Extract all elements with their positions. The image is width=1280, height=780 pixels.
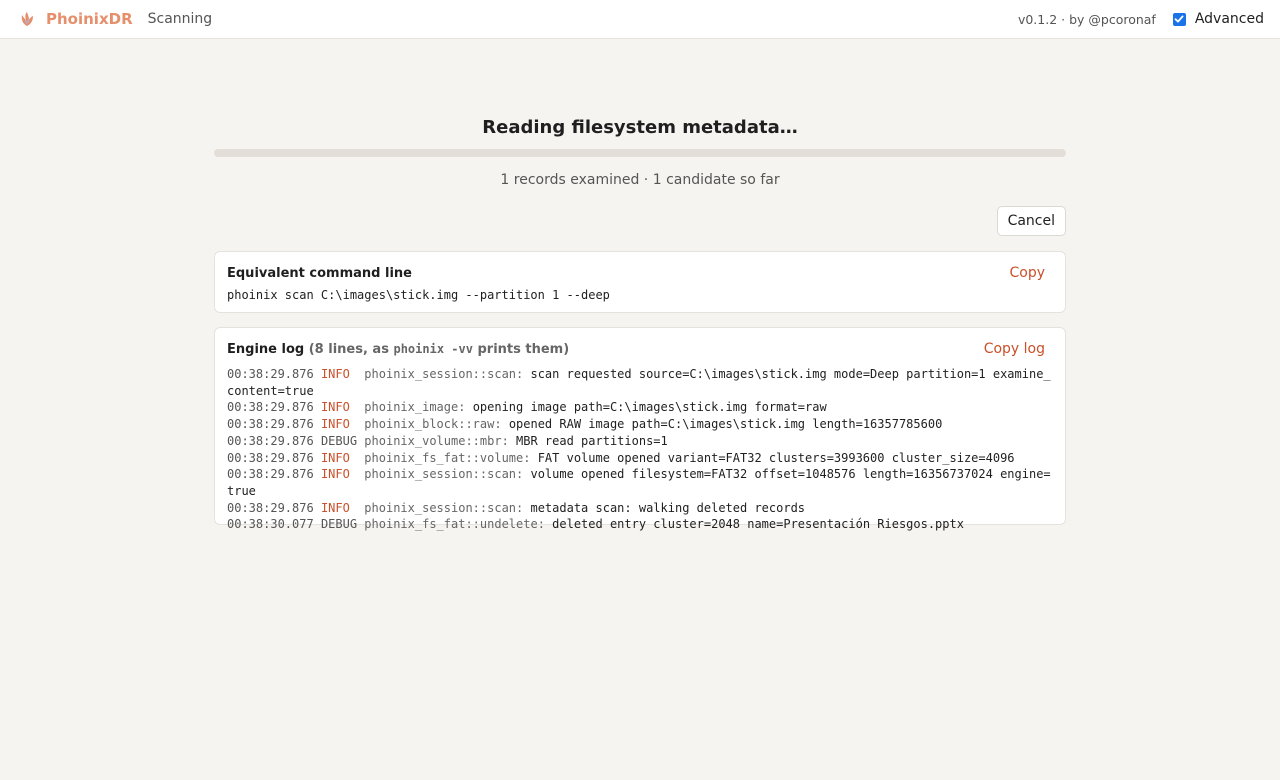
scan-progress-bar [214,149,1066,157]
log-target: phoinix_fs_fat::undelete: [364,517,545,532]
log-target: phoinix_session::scan: [364,500,524,515]
log-target: phoinix_session::scan: [364,467,524,482]
advanced-checkbox[interactable] [1172,12,1186,26]
log-message: MBR read partitions=1 [516,433,668,448]
engine-log-panel: Engine log (8 lines, as phoinix -vv prin… [214,327,1066,531]
log-line: 00:38:30.077 DEBUG phoinix_fs_fat::undel… [227,516,1053,533]
top-bar: PhoinixDR Scanning v0.1.2 · by @pcoronaf… [0,0,1280,39]
log-line: 00:38:29.876 INFO phoinix_session::scan:… [227,466,1053,499]
log-message: deleted entry cluster=2048 name=Presenta… [552,517,964,532]
log-target: phoinix_image: [364,400,466,415]
log-timestamp: 00:38:29.876 [227,450,314,465]
scan-heading: Reading filesystem metadata… [482,117,798,138]
log-line: 00:38:29.876 DEBUG phoinix_volume::mbr: … [227,433,1053,450]
log-message: metadata scan: walking deleted records [530,500,806,515]
engine-log-header: Engine log (8 lines, as phoinix -vv prin… [227,340,1053,358]
command-line-panel: Equivalent command line Copy phoinix sca… [214,251,1066,313]
log-level: DEBUG [320,517,358,532]
log-level: INFO [320,450,350,465]
log-timestamp: 00:38:29.876 [227,500,314,515]
log-message: opening image path=C:\images\stick.img f… [472,400,827,415]
log-level: INFO [320,417,350,432]
checkmark-icon [1174,15,1184,23]
log-level: INFO [320,400,350,415]
advanced-label: Advanced [1194,11,1264,27]
brand-name: PhoinixDR [46,10,133,28]
engine-log-title: Engine log [227,341,305,357]
log-level: INFO [320,467,350,482]
log-target: phoinix_block::raw: [364,417,502,432]
log-target: phoinix_session::scan: [364,367,524,381]
log-timestamp: 00:38:29.876 [227,433,314,448]
engine-log-subtitle-code: phoinix -vv [393,341,473,356]
scan-summary: 1 records examined · 1 candidate so far [500,172,780,188]
log-timestamp: 00:38:29.876 [227,400,314,415]
command-line-header: Equivalent command line Copy [227,264,1053,282]
phoenix-logo-icon [18,10,36,28]
log-timestamp: 00:38:29.876 [227,467,314,482]
copy-command-button[interactable]: Copy [1009,265,1045,281]
log-line: 00:38:29.876 INFO phoinix_session::scan:… [227,366,1053,399]
log-target: phoinix_fs_fat::volume: [364,450,531,465]
engine-log-subtitle: (8 lines, as phoinix -vv prints them) [309,342,569,357]
engine-log-subtitle-prefix: (8 lines, as [308,341,394,357]
scan-actions: Cancel [214,206,1066,236]
log-line: 00:38:29.876 INFO phoinix_session::scan:… [227,500,1053,517]
cancel-button[interactable]: Cancel [996,206,1066,236]
log-timestamp: 00:38:29.876 [227,417,314,432]
command-line-text: phoinix scan C:\images\stick.img --parti… [227,288,610,302]
log-message: opened RAW image path=C:\images\stick.im… [508,417,943,432]
command-line-title: Equivalent command line [227,265,412,281]
log-timestamp: 00:38:30.077 [227,517,314,532]
log-level: INFO [320,367,350,381]
log-timestamp: 00:38:29.876 [227,367,314,381]
log-message: scan requested source=C:\images\stick.im… [227,367,1051,398]
advanced-toggle[interactable]: Advanced [1172,11,1264,27]
log-level: INFO [320,500,350,515]
log-level: DEBUG [320,433,358,448]
scan-status-label: Scanning [147,11,213,27]
copy-log-button[interactable]: Copy log [984,341,1045,357]
engine-log-lines: 00:38:29.876 INFO phoinix_session::scan:… [227,366,1053,533]
log-line: 00:38:29.876 INFO phoinix_image: opening… [227,399,1053,416]
version-credit: v0.1.2 · by @pcoronaf [1017,11,1156,27]
log-target: phoinix_volume::mbr: [364,433,509,448]
scan-view: Reading filesystem metadata… 1 records e… [214,39,1066,531]
log-line: 00:38:29.876 INFO phoinix_fs_fat::volume… [227,450,1053,467]
engine-log-subtitle-suffix: prints them) [472,341,570,357]
log-message: FAT volume opened variant=FAT32 clusters… [537,450,1015,465]
log-message: volume opened filesystem=FAT32 offset=10… [227,467,1051,498]
engine-log-title-group: Engine log (8 lines, as phoinix -vv prin… [227,342,569,357]
log-line: 00:38:29.876 INFO phoinix_block::raw: op… [227,416,1053,433]
